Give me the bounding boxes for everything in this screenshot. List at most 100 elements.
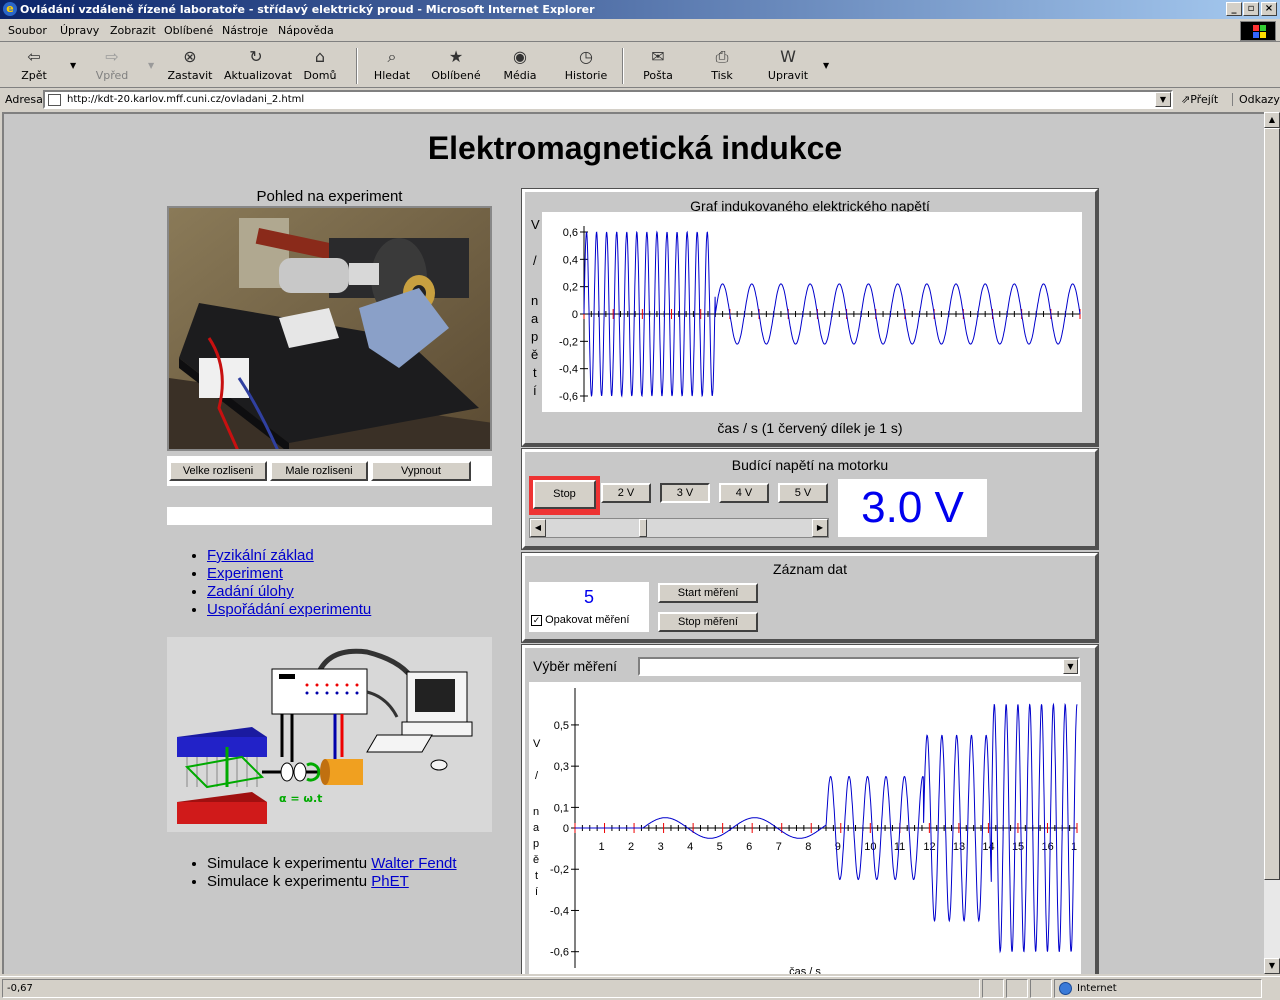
voltage-display: 3.0 V: [838, 479, 987, 537]
voltage-4v-button[interactable]: 4 V: [719, 483, 769, 503]
address-dropdown-icon[interactable]: ▼: [1155, 92, 1171, 107]
voltage-graph: 0,6 0,4 0,2 0 -0,2 -0,4 -0,6: [542, 212, 1082, 412]
link-physics-basics[interactable]: Fyzikální základ: [207, 547, 314, 564]
status-text: -0,67: [2, 979, 980, 998]
x-tick-label: 3: [658, 841, 664, 853]
y-tick-label: 0,4: [563, 254, 578, 266]
close-button[interactable]: ×: [1261, 2, 1277, 16]
status-cell: [1030, 979, 1052, 998]
voltage-graph-panel: Graf indukovaného elektrického napětí V …: [521, 188, 1099, 447]
minimize-button[interactable]: _: [1226, 2, 1242, 16]
slider-right-arrow-icon[interactable]: ▶: [812, 519, 828, 537]
repeat-measurement-checkbox[interactable]: ✓ Opakovat měření: [531, 614, 629, 626]
stop-button[interactable]: ⊗ Zastavit: [160, 47, 220, 82]
search-button[interactable]: ⌕ Hledat: [362, 47, 422, 82]
y-tick-label: 0: [572, 309, 578, 321]
menu-oblibene[interactable]: Oblíbené: [164, 24, 213, 37]
forward-button[interactable]: ⇨ Vpřed: [82, 47, 142, 82]
edit-button[interactable]: W Upravit: [758, 47, 818, 82]
links-button[interactable]: Odkazy: [1232, 93, 1280, 106]
y-tick-label: 0,1: [554, 802, 569, 814]
y-tick-label: -0,2: [559, 336, 578, 348]
link-phet[interactable]: PhET: [371, 873, 409, 890]
voltage-2v-button[interactable]: 2 V: [601, 483, 651, 503]
motor-stop-button[interactable]: Stop: [533, 480, 596, 509]
graph2-xcaption: čas / s: [789, 966, 821, 974]
camera-off-button[interactable]: Vypnout: [371, 461, 471, 481]
favorites-button[interactable]: ★ Oblíbené: [426, 47, 486, 82]
x-tick-label: 14: [982, 841, 994, 853]
link-setup[interactable]: Uspořádání experimentu: [207, 601, 371, 618]
mail-button[interactable]: ✉ Pošta: [628, 47, 688, 82]
setup-diagram: α = ω.t: [167, 637, 492, 832]
graph2-area: V / n a p ě t í 0,5 0,3 0,1 0 -0,2 -0,4 -0,6 1 2…: [529, 682, 1081, 974]
x-tick-label: 5: [717, 841, 723, 853]
media-icon: ◉: [513, 47, 527, 66]
measurement-counter-box: 5 ✓ Opakovat měření: [529, 582, 649, 632]
measurement-select[interactable]: ▼: [638, 657, 1080, 676]
stop-icon: ⊗: [183, 47, 197, 66]
high-resolution-button[interactable]: Velke rozliseni: [169, 461, 267, 481]
back-button[interactable]: ⇦ Zpět: [4, 47, 64, 82]
measurement-graph: 0,50,30,10-0,2-0,4-0,61 2 3 4 5 6 7 8 9 10 11 12 13 1…: [550, 688, 1078, 968]
menu-nastroje[interactable]: Nástroje: [222, 24, 268, 37]
go-button[interactable]: ⇗Přejít: [1181, 93, 1218, 106]
stop-measurement-button[interactable]: Stop měření: [658, 612, 758, 632]
edit-dropdown-icon[interactable]: ▼: [823, 61, 829, 70]
y-tick-label: 0,6: [563, 227, 578, 239]
menu-zobrazit[interactable]: Zobrazit: [110, 24, 156, 37]
y-tick-label: -0,4: [559, 364, 578, 376]
link-assignment[interactable]: Zadání úlohy: [207, 583, 294, 600]
camera-caption: Pohled na experiment: [256, 188, 403, 205]
motor-voltage-panel: Budící napětí na motorku Stop 2 V 3 V 4 …: [521, 448, 1099, 550]
slider-thumb[interactable]: [638, 519, 647, 537]
menu-soubor[interactable]: Soubor: [8, 24, 47, 37]
menu-upravy[interactable]: Úpravy: [60, 24, 99, 37]
vertical-scrollbar[interactable]: ▲ ▼: [1264, 112, 1280, 974]
address-input[interactable]: http://kdt-20.karlov.mff.cuni.cz/ovladan…: [43, 90, 1173, 109]
scroll-up-arrow-icon[interactable]: ▲: [1264, 112, 1280, 128]
x-tick-label: 12: [923, 841, 935, 853]
media-button[interactable]: ◉ Média: [490, 47, 550, 82]
security-zone: Internet: [1054, 979, 1262, 998]
chevron-down-icon[interactable]: ▼: [1063, 659, 1078, 674]
link-experiment[interactable]: Experiment: [207, 565, 283, 582]
home-button[interactable]: ⌂ Domů: [290, 47, 350, 82]
address-url[interactable]: http://kdt-20.karlov.mff.cuni.cz/ovladan…: [67, 94, 304, 105]
favorites-icon: ★: [448, 47, 464, 66]
refresh-button[interactable]: ↻ Aktualizovat: [224, 47, 292, 82]
slider-left-arrow-icon[interactable]: ◀: [530, 519, 546, 537]
info-links: Fyzikální základ Experiment Zadání úlohy…: [189, 547, 371, 619]
simulation-text: Simulace k experimentu: [207, 855, 372, 872]
checkbox-check-icon[interactable]: ✓: [531, 614, 542, 626]
y-tick-label: 0,5: [554, 720, 569, 732]
voltage-3v-button[interactable]: 3 V: [660, 483, 710, 503]
link-walter-fendt[interactable]: Walter Fendt: [371, 855, 456, 872]
scroll-thumb[interactable]: [1264, 128, 1280, 880]
toolbar-separator: [356, 48, 358, 84]
record-title: Záznam dat: [773, 561, 847, 577]
y-tick-label: 0,3: [554, 761, 569, 773]
maximize-button[interactable]: ▫: [1243, 2, 1259, 16]
status-bar: -0,67 Internet: [0, 976, 1280, 1000]
motor-voltage-slider[interactable]: ◀ ▶: [529, 518, 829, 538]
measurement-count: 5: [583, 587, 594, 607]
x-tick-label: 15: [1012, 841, 1024, 853]
start-measurement-button[interactable]: Start měření: [658, 583, 758, 603]
back-dropdown-icon[interactable]: ▼: [70, 61, 76, 70]
address-bar: Adresa http://kdt-20.karlov.mff.cuni.cz/…: [0, 89, 1280, 111]
toolbar: ⇦ Zpět ▼ ⇨ Vpřed ▼ ⊗ Zastavit ↻ Aktualizovat…: [0, 44, 1280, 88]
white-bar: [167, 507, 492, 525]
data-record-panel: Záznam dat 5 ✓ Opakovat měření Start měř…: [521, 552, 1099, 643]
history-button[interactable]: ◷ Historie: [556, 47, 616, 82]
page-content: Elektromagnetická indukce Pohled na expe…: [2, 112, 1264, 974]
voltage-5v-button[interactable]: 5 V: [778, 483, 828, 503]
low-resolution-button[interactable]: Male rozliseni: [270, 461, 368, 481]
x-tick-label: 11: [894, 841, 905, 853]
forward-dropdown-icon[interactable]: ▼: [148, 61, 154, 70]
x-tick-label: 10: [864, 841, 876, 853]
search-icon: ⌕: [387, 47, 397, 66]
print-button[interactable]: ⎙ Tisk: [692, 47, 752, 82]
menu-napoveda[interactable]: Nápověda: [278, 24, 334, 37]
scroll-down-arrow-icon[interactable]: ▼: [1264, 958, 1280, 974]
